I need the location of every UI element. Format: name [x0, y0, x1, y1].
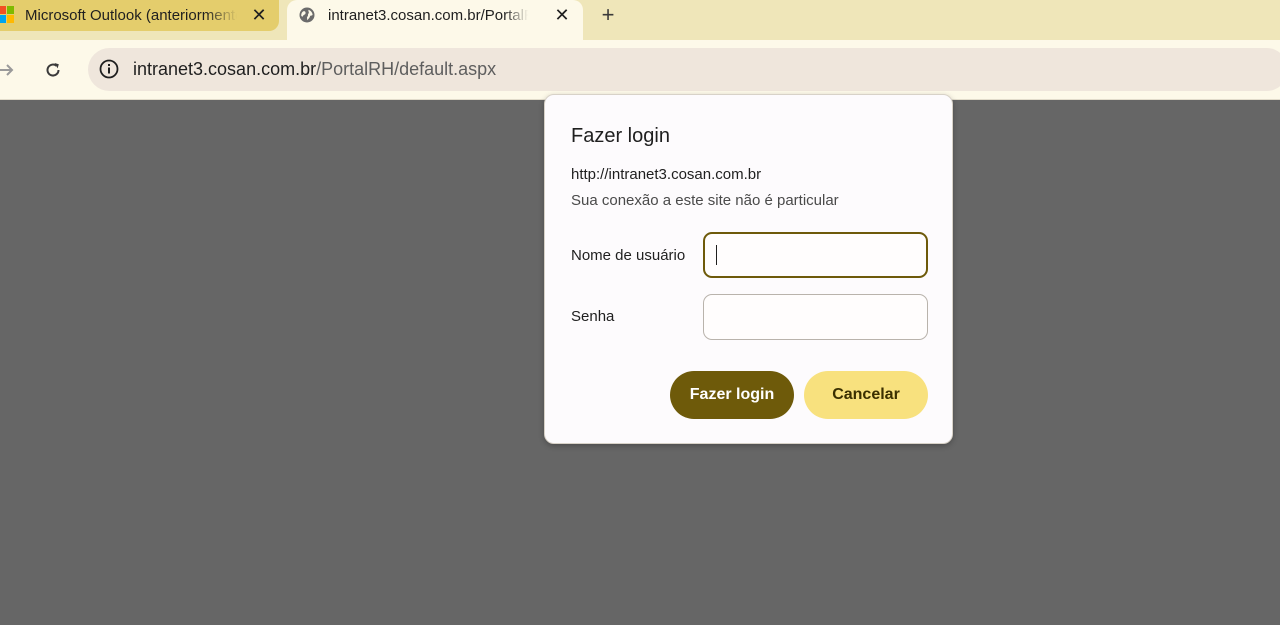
close-tab-icon[interactable]: ✕: [249, 5, 269, 25]
browser-toolbar: intranet3.cosan.com.br/PortalRH/default.…: [0, 40, 1280, 100]
url-host: intranet3.cosan.com.br: [133, 59, 317, 79]
close-tab-icon[interactable]: ✕: [552, 5, 572, 25]
tab-strip: Microsoft Outlook (anteriormente Hotmail…: [0, 0, 1280, 40]
login-button[interactable]: Fazer login: [670, 371, 794, 419]
microsoft-logo-icon: [0, 6, 14, 24]
tab-intranet[interactable]: intranet3.cosan.com.br/PortalRH/default.…: [287, 0, 583, 40]
forward-button[interactable]: [0, 56, 20, 84]
connection-warning: Sua conexão a este site não é particular: [571, 192, 839, 209]
url-text: intranet3.cosan.com.br/PortalRH/default.…: [133, 59, 496, 80]
site-info-button[interactable]: [98, 58, 120, 80]
url-path: /PortalRH/default.aspx: [316, 59, 497, 79]
password-input[interactable]: [703, 294, 928, 340]
username-label: Nome de usuário: [571, 247, 686, 264]
password-label: Senha: [571, 308, 615, 325]
login-dialog: Fazer login http://intranet3.cosan.com.b…: [544, 94, 953, 444]
reload-button[interactable]: [39, 56, 67, 84]
cancel-button[interactable]: Cancelar: [804, 371, 928, 419]
new-tab-button[interactable]: +: [597, 2, 619, 27]
tab-title: Microsoft Outlook (anteriormente Hotmail…: [25, 7, 237, 24]
reload-icon: [46, 63, 60, 77]
address-bar[interactable]: intranet3.cosan.com.br/PortalRH/default.…: [88, 48, 1280, 91]
dialog-origin: http://intranet3.cosan.com.br: [571, 166, 762, 183]
dialog-title: Fazer login: [571, 125, 670, 147]
arrow-right-icon: [0, 64, 14, 76]
info-icon: [99, 59, 119, 79]
tab-title: intranet3.cosan.com.br/PortalRH/default.…: [328, 7, 528, 24]
tab-outlook[interactable]: Microsoft Outlook (anteriormente Hotmail…: [0, 0, 279, 31]
username-input[interactable]: [703, 232, 928, 278]
text-caret: [716, 245, 717, 265]
globe-icon: [299, 7, 315, 23]
